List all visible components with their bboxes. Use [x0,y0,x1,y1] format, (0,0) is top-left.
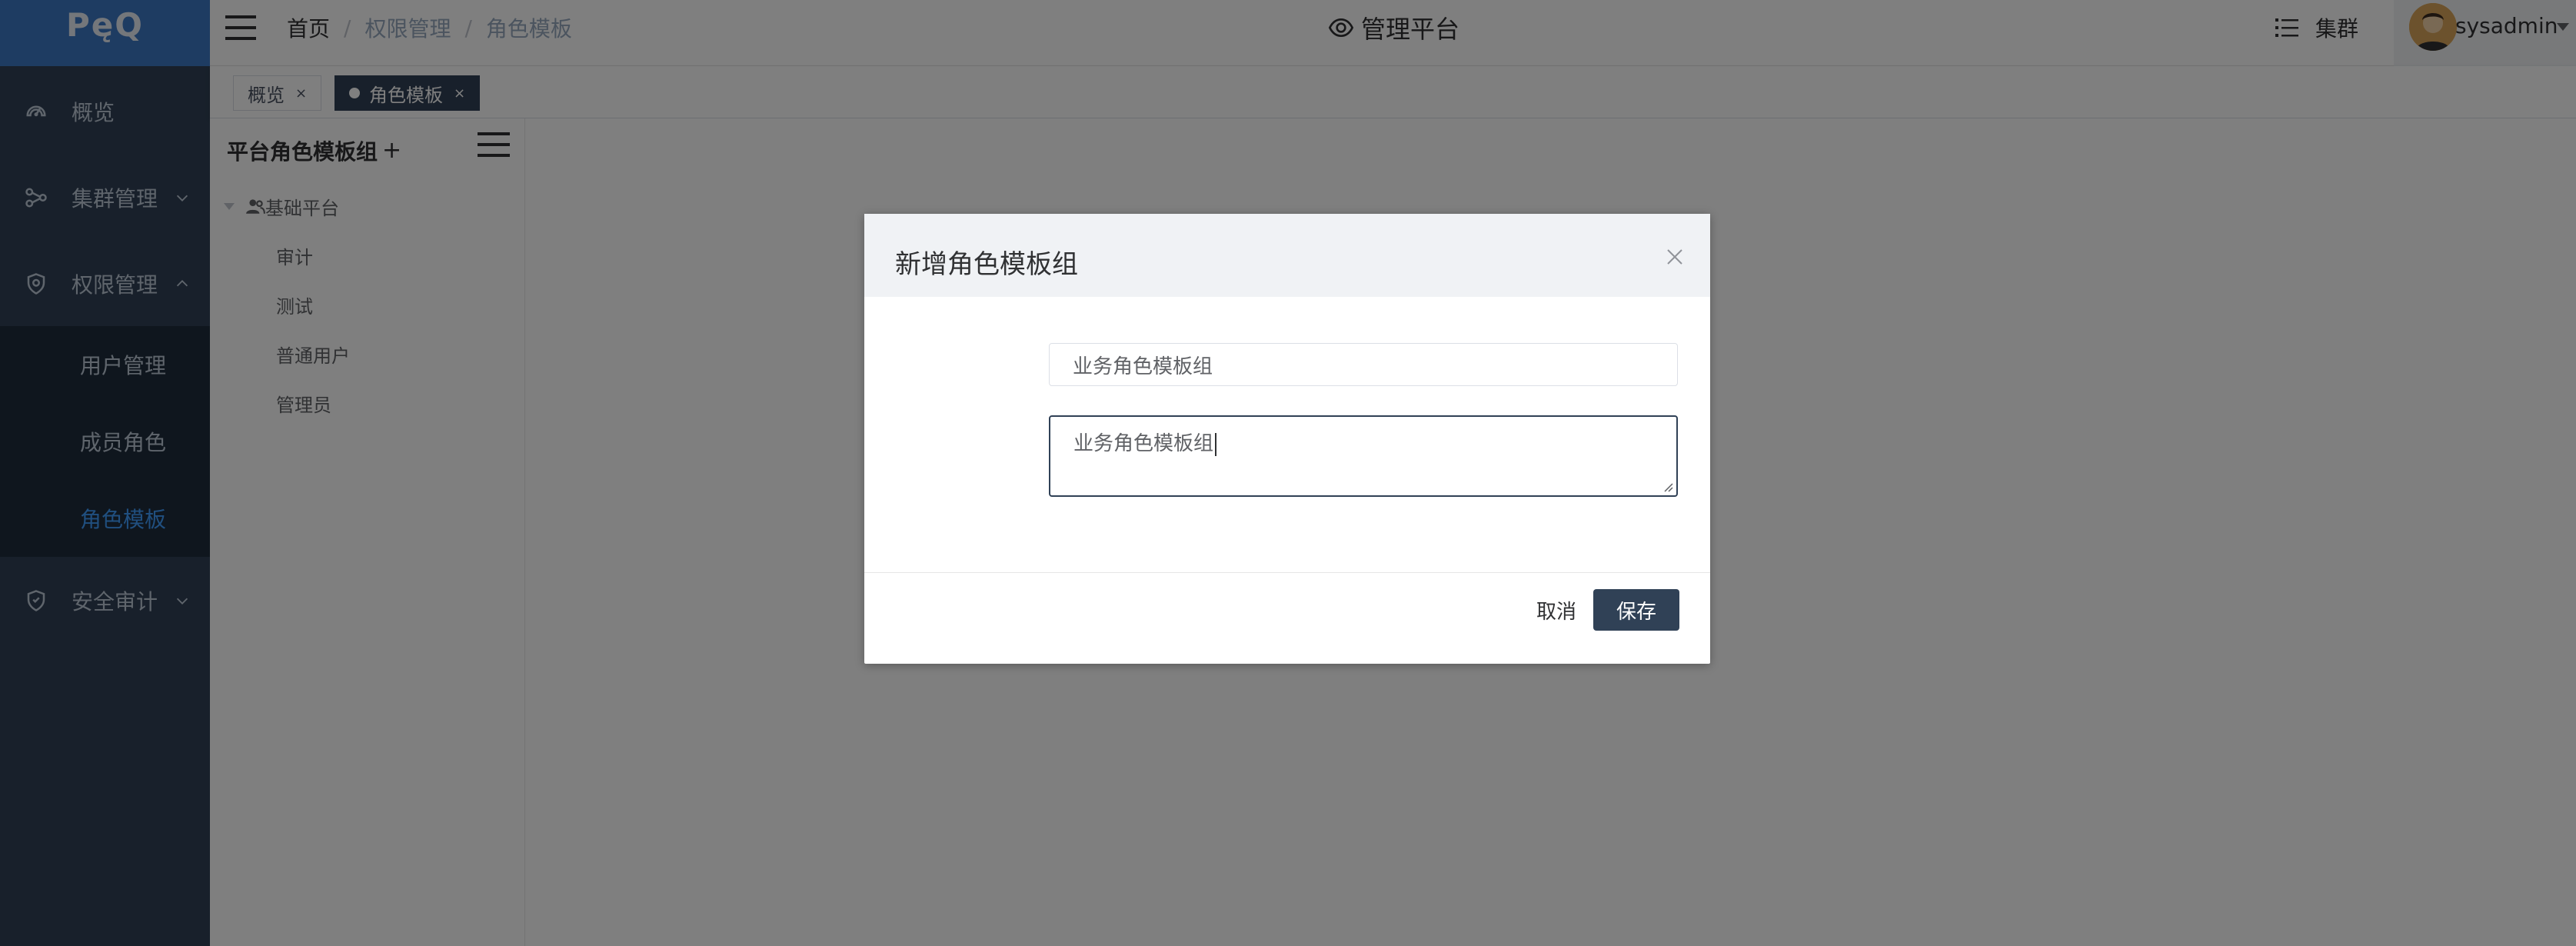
add-role-template-group-dialog: 新增角色模板组 *名称 业务角色模板组 描述 业务角色模板组 取消 保存 [864,214,1710,664]
description-textarea[interactable]: 业务角色模板组 [1049,415,1678,497]
description-value: 业务角色模板组 [1073,432,1214,455]
name-input[interactable]: 业务角色模板组 [1049,343,1678,386]
save-button[interactable]: 保存 [1593,589,1679,631]
dialog-header: 新增角色模板组 [864,214,1710,297]
resize-grip-icon[interactable] [1662,481,1673,492]
text-cursor [1215,432,1217,456]
dialog-title: 新增角色模板组 [895,249,1078,280]
dialog-footer-divider [864,572,1710,573]
close-icon[interactable] [1666,248,1684,266]
cancel-button[interactable]: 取消 [1526,589,1587,631]
